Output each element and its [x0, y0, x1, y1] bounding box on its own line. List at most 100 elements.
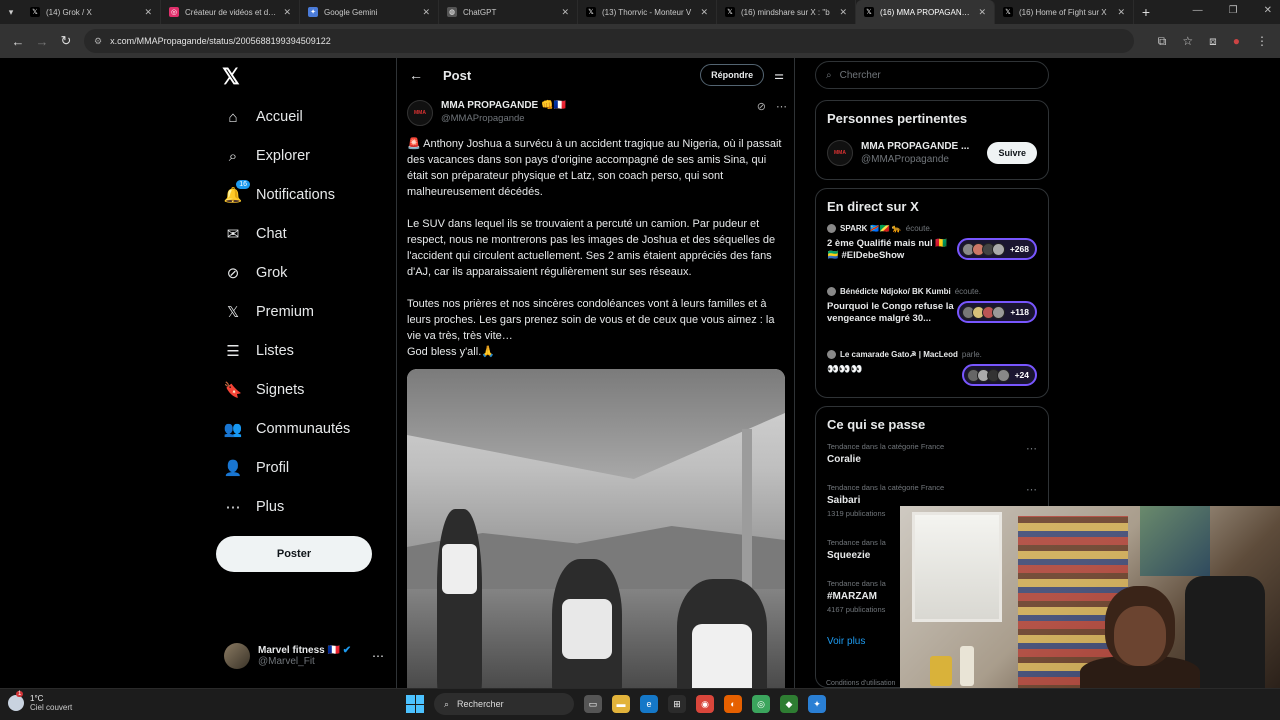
close-tab-icon[interactable]: ✕ [1117, 7, 1125, 18]
nav-item-chat[interactable]: ✉ Chat [224, 221, 287, 247]
live-space[interactable]: Bénédicte Ndjoko/ BK Kumbi écoute. Pourq… [827, 287, 1037, 346]
back-arrow-icon[interactable]: ← [409, 67, 423, 83]
nav-label: Notifications [256, 187, 335, 203]
taskbar: 1 1°C Ciel couvert ⌕ Rechercher ▭ ▬ e ⊞ … [0, 688, 1280, 720]
edge-icon[interactable]: e [640, 695, 658, 713]
more-icon[interactable]: ⋯ [1026, 483, 1037, 496]
search-input[interactable]: ⌕ Chercher [815, 61, 1049, 89]
browser-tab[interactable]: 𝕏 (13) Thorrvic - Monteur V ✕ [578, 0, 717, 24]
reply-button[interactable]: Répondre [700, 64, 765, 86]
browser-toolbar: ← → ↻ ⚙ x.com/MMAPropagande/status/20056… [0, 24, 1280, 58]
task-view-icon[interactable]: ▭ [584, 695, 602, 713]
install-app-icon[interactable]: ⧉ [1158, 34, 1167, 49]
browser-tab[interactable]: ✦ Google Gemini ✕ [300, 0, 439, 24]
nav-label: Listes [256, 343, 294, 359]
nav-item-listes[interactable]: ☰ Listes [224, 338, 294, 364]
forward-icon[interactable]: → [30, 34, 54, 49]
trend-name: Saibari [827, 495, 861, 506]
new-tab-button[interactable]: + [1134, 4, 1158, 20]
live-space[interactable]: Le camarade Gato☭ | MacLeod parle. 👀👀👀 +… [827, 350, 1037, 409]
taskbar-search[interactable]: ⌕ Rechercher [434, 693, 574, 715]
live-space[interactable]: SPARK 🇨🇩🇨🇬 🐆 écoute. 2 ème Qualifié mais… [827, 224, 1037, 283]
communities-icon: 👥 [223, 421, 243, 438]
more-circle-icon: ⋯ [225, 499, 241, 516]
grok-icon[interactable]: ⊘ [757, 100, 766, 126]
browser-tab[interactable]: 𝕏 (16) MMA PROPAGANDE ✕ [856, 0, 995, 24]
post-photo[interactable] [407, 369, 785, 688]
nav-label: Signets [256, 382, 305, 398]
nav-item-accueil[interactable]: ⌂ Accueil [224, 104, 302, 130]
tab-search-icon[interactable]: ▾ [0, 0, 22, 24]
profile-icon[interactable]: ● [1233, 34, 1240, 49]
home-icon: ⌂ [228, 108, 238, 126]
firefox-icon[interactable]: ◐ [724, 695, 742, 713]
extensions-icon[interactable]: ⧈ [1209, 34, 1217, 49]
listener-count: +24 [1014, 370, 1029, 380]
account-name: MMA PROPAGANDE ... [861, 141, 970, 152]
close-tab-icon[interactable]: ✕ [700, 7, 708, 18]
browser-menu-icon[interactable]: ⋮ [1256, 34, 1268, 49]
discord-icon[interactable]: ◎ [752, 695, 770, 713]
nav-item-plus[interactable]: ⋯ Plus [224, 494, 285, 520]
author-handle[interactable]: @MMAPropagande [441, 113, 566, 124]
nav-item-explorer[interactable]: ⌕ Explorer [224, 143, 310, 169]
filter-icon[interactable]: ⚌ [774, 69, 784, 82]
account-switcher[interactable]: Marvel fitness 🇫🇷 ✔ @Marvel_Fit ⋯ [224, 643, 384, 669]
listeners-pill[interactable]: +268 [956, 238, 1037, 260]
file-explorer-icon[interactable]: ▬ [612, 695, 630, 713]
author-name[interactable]: MMA PROPAGANDE 👊🇫🇷 [441, 100, 566, 111]
close-tab-icon[interactable]: ✕ [978, 7, 986, 18]
browser-tab[interactable]: 𝕏 (14) Grok / X ✕ [22, 0, 161, 24]
maximize-icon[interactable]: ❐ [1229, 5, 1238, 16]
app-icon[interactable]: ⊞ [668, 695, 686, 713]
post-button[interactable]: Poster [216, 536, 372, 572]
close-window-icon[interactable]: ✕ [1264, 5, 1272, 16]
back-icon[interactable]: ← [6, 34, 30, 49]
trend-item[interactable]: Tendance dans la catégorie France Corali… [827, 442, 1037, 483]
close-tab-icon[interactable]: ✕ [839, 7, 847, 18]
windows-start-icon[interactable] [406, 695, 424, 713]
weather-widget[interactable]: 1 1°C Ciel couvert [8, 691, 72, 712]
listener-count: +268 [1009, 244, 1029, 254]
nav-item-notifications[interactable]: 🔔 16 Notifications [224, 180, 335, 208]
site-info-icon[interactable]: ⚙ [94, 36, 102, 47]
nav-label: Communautés [256, 421, 351, 437]
nav-item-signets[interactable]: 🔖 Signets [224, 377, 305, 403]
close-tab-icon[interactable]: ✕ [144, 7, 152, 18]
terms-link[interactable]: Conditions d'utilisation [826, 680, 895, 687]
address-bar[interactable]: ⚙ x.com/MMAPropagande/status/20056881993… [84, 29, 1134, 53]
minimize-icon[interactable]: — [1193, 5, 1203, 16]
nav-label: Profil [256, 460, 290, 476]
browser-tab[interactable]: ◍ ChatGPT ✕ [439, 0, 578, 24]
reload-icon[interactable]: ↻ [54, 33, 78, 49]
follow-button[interactable]: Suivre [987, 142, 1037, 164]
close-tab-icon[interactable]: ✕ [422, 7, 430, 18]
bell-icon: 🔔 16 [224, 180, 250, 204]
x-logo-icon[interactable]: 𝕏 [222, 64, 240, 90]
app-icon[interactable]: ✦ [808, 695, 826, 713]
listeners-pill[interactable]: +24 [961, 364, 1037, 386]
close-tab-icon[interactable]: ✕ [283, 7, 291, 18]
nav-item-communautés[interactable]: 👥 Communautés [223, 416, 351, 442]
author-avatar[interactable]: MMA [407, 100, 433, 126]
app-icon[interactable]: ◆ [780, 695, 798, 713]
more-options-icon[interactable]: ⋯ [776, 100, 787, 126]
space-host: SPARK 🇨🇩🇨🇬 🐆 écoute. [827, 224, 1037, 233]
chrome-icon[interactable]: ◉ [696, 695, 714, 713]
browser-tab[interactable]: ◎ Créateur de vidéos et d'im ✕ [161, 0, 300, 24]
browser-tab[interactable]: 𝕏 (16) mindshare sur X : "b ✕ [717, 0, 856, 24]
bookmark-star-icon[interactable]: ☆ [1182, 34, 1193, 49]
tab-title: Google Gemini [324, 7, 378, 17]
nav-label: Explorer [256, 148, 310, 164]
more-icon[interactable]: ⋯ [1026, 442, 1037, 455]
nav-item-grok[interactable]: ⊘ Grok [224, 260, 288, 286]
listeners-pill[interactable]: +118 [957, 301, 1037, 323]
more-icon[interactable]: ⋯ [372, 649, 384, 663]
nav-item-premium[interactable]: 𝕏 Premium [224, 299, 314, 325]
relevant-account[interactable]: MMA MMA PROPAGANDE ... @MMAPropagande Su… [827, 140, 1037, 166]
card-title: Ce qui se passe [827, 417, 926, 432]
close-tab-icon[interactable]: ✕ [561, 7, 569, 18]
tab-title: Créateur de vidéos et d'im [185, 7, 278, 17]
nav-item-profil[interactable]: 👤 Profil [224, 455, 289, 481]
browser-tab[interactable]: 𝕏 (16) Home of Fight sur X ✕ [995, 0, 1134, 24]
